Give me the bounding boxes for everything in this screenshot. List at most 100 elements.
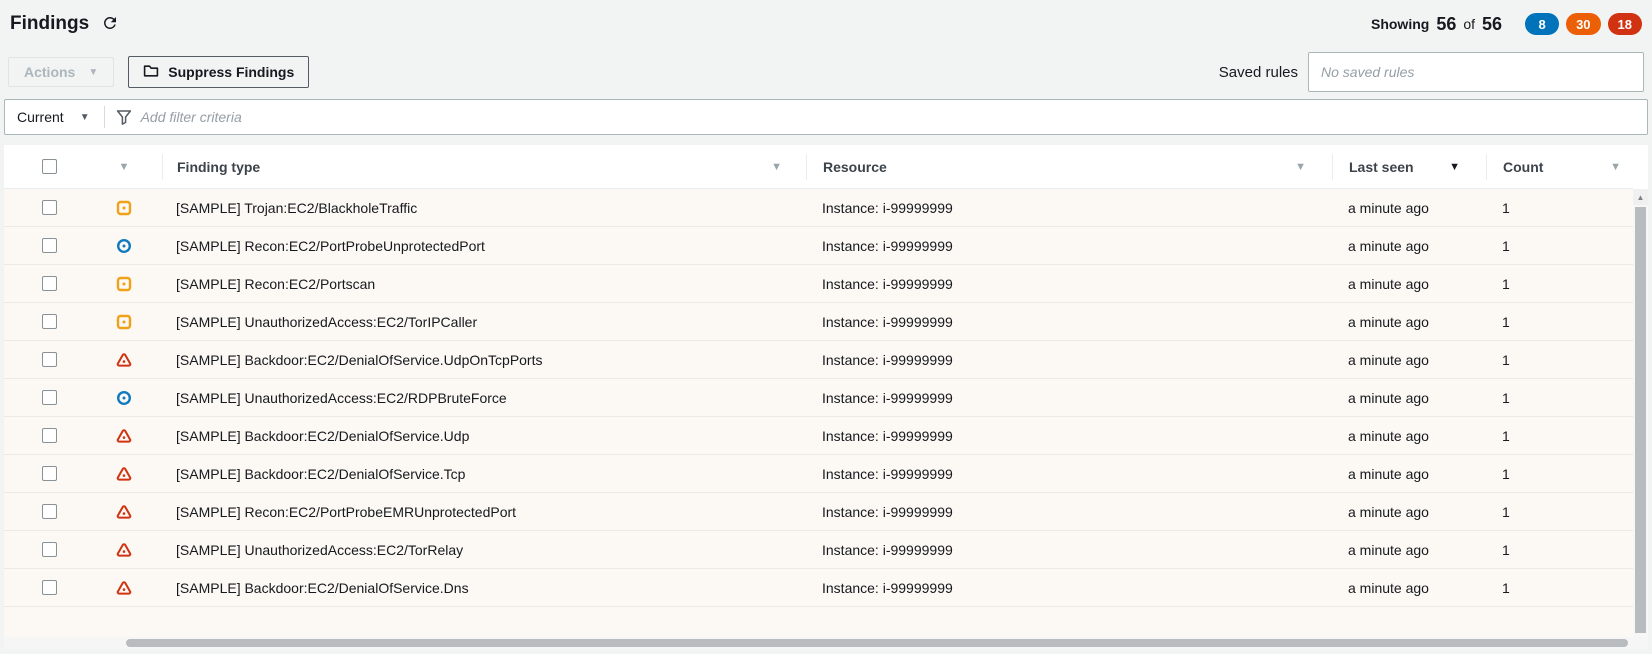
actions-button-label: Actions — [24, 64, 75, 80]
finding-type-filter-icon[interactable]: ▼ — [771, 161, 782, 173]
last-seen-cell: a minute ago — [1332, 493, 1486, 530]
row-checkbox[interactable] — [42, 428, 57, 443]
high-severity-icon — [116, 352, 132, 368]
finding-type-cell[interactable]: [SAMPLE] UnauthorizedAccess:EC2/RDPBrute… — [162, 379, 806, 416]
folder-icon — [143, 63, 159, 82]
last-seen-cell: a minute ago — [1332, 303, 1486, 340]
row-checkbox[interactable] — [42, 238, 57, 253]
resource-cell: Instance: i-99999999 — [806, 189, 1332, 226]
last-seen-cell: a minute ago — [1332, 265, 1486, 302]
findings-table: ▼ Finding type ▼ Resource ▼ Last seen ▼ … — [4, 145, 1648, 649]
resource-cell: Instance: i-99999999 — [806, 417, 1332, 454]
filter-funnel-icon — [116, 109, 132, 125]
saved-rules-label: Saved rules — [1219, 64, 1298, 81]
showing-summary: Showing 56 of 56 83018 — [1371, 13, 1642, 35]
finding-type-cell[interactable]: [SAMPLE] Recon:EC2/PortProbeEMRUnprotect… — [162, 493, 806, 530]
high-severity-icon — [116, 428, 132, 444]
count-cell: 1 — [1486, 189, 1633, 226]
table-row[interactable]: [SAMPLE] Trojan:EC2/BlackholeTraffic Ins… — [4, 189, 1633, 227]
row-checkbox[interactable] — [42, 466, 57, 481]
last-seen-column-header[interactable]: Last seen ▼ — [1332, 154, 1486, 180]
saved-rules-select[interactable]: No saved rules — [1308, 52, 1644, 92]
medium-severity-icon — [116, 314, 132, 330]
horizontal-scrollbar-thumb[interactable] — [126, 639, 1628, 647]
resource-cell: Instance: i-99999999 — [806, 379, 1332, 416]
table-row[interactable]: [SAMPLE] Backdoor:EC2/DenialOfService.Ud… — [4, 417, 1633, 455]
count-cell: 1 — [1486, 303, 1633, 340]
refresh-button[interactable] — [101, 14, 119, 35]
row-checkbox[interactable] — [42, 542, 57, 557]
finding-type-cell[interactable]: [SAMPLE] Recon:EC2/Portscan — [162, 265, 806, 302]
vertical-scrollbar[interactable]: ▲ — [1633, 189, 1648, 637]
actions-button[interactable]: Actions ▼ — [8, 57, 114, 87]
filter-scope-dropdown[interactable]: Current ▼ — [5, 100, 104, 134]
finding-type-cell[interactable]: [SAMPLE] Backdoor:EC2/DenialOfService.Tc… — [162, 455, 806, 492]
high-severity-icon — [116, 542, 132, 558]
shown-count: 56 — [1436, 14, 1456, 35]
high-severity-icon — [116, 466, 132, 482]
row-checkbox[interactable] — [42, 390, 57, 405]
severity-filter-icon[interactable]: ▼ — [119, 161, 130, 173]
count-cell: 1 — [1486, 417, 1633, 454]
finding-type-cell[interactable]: [SAMPLE] Backdoor:EC2/DenialOfService.Dn… — [162, 569, 806, 606]
scroll-up-button[interactable]: ▲ — [1633, 189, 1648, 205]
finding-type-column-header[interactable]: Finding type ▼ — [162, 154, 806, 180]
finding-type-cell[interactable]: [SAMPLE] UnauthorizedAccess:EC2/TorIPCal… — [162, 303, 806, 340]
table-row[interactable]: [SAMPLE] Backdoor:EC2/DenialOfService.Ud… — [4, 341, 1633, 379]
row-checkbox[interactable] — [42, 504, 57, 519]
chevron-down-icon: ▼ — [88, 67, 98, 78]
count-cell: 1 — [1486, 379, 1633, 416]
row-checkbox[interactable] — [42, 314, 57, 329]
table-header-row: ▼ Finding type ▼ Resource ▼ Last seen ▼ … — [4, 145, 1633, 189]
finding-type-cell[interactable]: [SAMPLE] UnauthorizedAccess:EC2/TorRelay — [162, 531, 806, 568]
resource-column-header[interactable]: Resource ▼ — [806, 154, 1332, 180]
resource-cell: Instance: i-99999999 — [806, 493, 1332, 530]
finding-type-cell[interactable]: [SAMPLE] Backdoor:EC2/DenialOfService.Ud… — [162, 341, 806, 378]
last-seen-cell: a minute ago — [1332, 455, 1486, 492]
table-row[interactable]: [SAMPLE] Recon:EC2/PortProbeUnprotectedP… — [4, 227, 1633, 265]
high-severity-icon — [116, 580, 132, 596]
select-all-checkbox[interactable] — [42, 159, 57, 174]
last-seen-cell: a minute ago — [1332, 379, 1486, 416]
scroll-up-icon: ▲ — [1637, 193, 1645, 202]
horizontal-scrollbar[interactable] — [4, 637, 1648, 649]
page-title: Findings — [10, 13, 89, 35]
table-row[interactable]: [SAMPLE] Backdoor:EC2/DenialOfService.Dn… — [4, 569, 1633, 607]
row-checkbox[interactable] — [42, 200, 57, 215]
partial-row — [4, 607, 1633, 637]
table-row[interactable]: [SAMPLE] Recon:EC2/Portscan Instance: i-… — [4, 265, 1633, 303]
low-severity-icon — [116, 390, 132, 406]
severity-count-badges: 83018 — [1525, 13, 1642, 35]
severity-column-header[interactable]: ▼ — [86, 145, 162, 188]
table-body: [SAMPLE] Trojan:EC2/BlackholeTraffic Ins… — [4, 189, 1648, 607]
medium-severity-icon — [116, 276, 132, 292]
count-column-header[interactable]: Count ▼ — [1486, 154, 1633, 180]
of-label: of — [1463, 16, 1475, 32]
resource-cell: Instance: i-99999999 — [806, 341, 1332, 378]
last-seen-sort-desc-icon[interactable]: ▼ — [1449, 161, 1460, 173]
row-checkbox[interactable] — [42, 276, 57, 291]
count-cell: 1 — [1486, 265, 1633, 302]
divider — [104, 106, 105, 128]
finding-type-cell[interactable]: [SAMPLE] Recon:EC2/PortProbeUnprotectedP… — [162, 227, 806, 264]
finding-type-cell[interactable]: [SAMPLE] Backdoor:EC2/DenialOfService.Ud… — [162, 417, 806, 454]
toolbar: Actions ▼ Suppress Findings Saved rules … — [8, 52, 1644, 92]
table-row[interactable]: [SAMPLE] Backdoor:EC2/DenialOfService.Tc… — [4, 455, 1633, 493]
filter-criteria-input[interactable]: Add filter criteria — [141, 100, 1647, 134]
table-row[interactable]: [SAMPLE] UnauthorizedAccess:EC2/TorIPCal… — [4, 303, 1633, 341]
table-row[interactable]: [SAMPLE] UnauthorizedAccess:EC2/RDPBrute… — [4, 379, 1633, 417]
table-row[interactable]: [SAMPLE] UnauthorizedAccess:EC2/TorRelay… — [4, 531, 1633, 569]
count-cell: 1 — [1486, 569, 1633, 606]
finding-type-cell[interactable]: [SAMPLE] Trojan:EC2/BlackholeTraffic — [162, 189, 806, 226]
count-filter-icon[interactable]: ▼ — [1610, 161, 1621, 173]
row-checkbox[interactable] — [42, 580, 57, 595]
resource-filter-icon[interactable]: ▼ — [1295, 161, 1306, 173]
resource-cell: Instance: i-99999999 — [806, 531, 1332, 568]
vertical-scrollbar-thumb[interactable] — [1635, 207, 1646, 633]
table-row[interactable]: [SAMPLE] Recon:EC2/PortProbeEMRUnprotect… — [4, 493, 1633, 531]
low-severity-icon — [116, 238, 132, 254]
suppress-findings-button[interactable]: Suppress Findings — [128, 56, 309, 88]
medium-count-badge: 30 — [1566, 13, 1600, 35]
chevron-down-icon: ▼ — [80, 112, 90, 123]
row-checkbox[interactable] — [42, 352, 57, 367]
